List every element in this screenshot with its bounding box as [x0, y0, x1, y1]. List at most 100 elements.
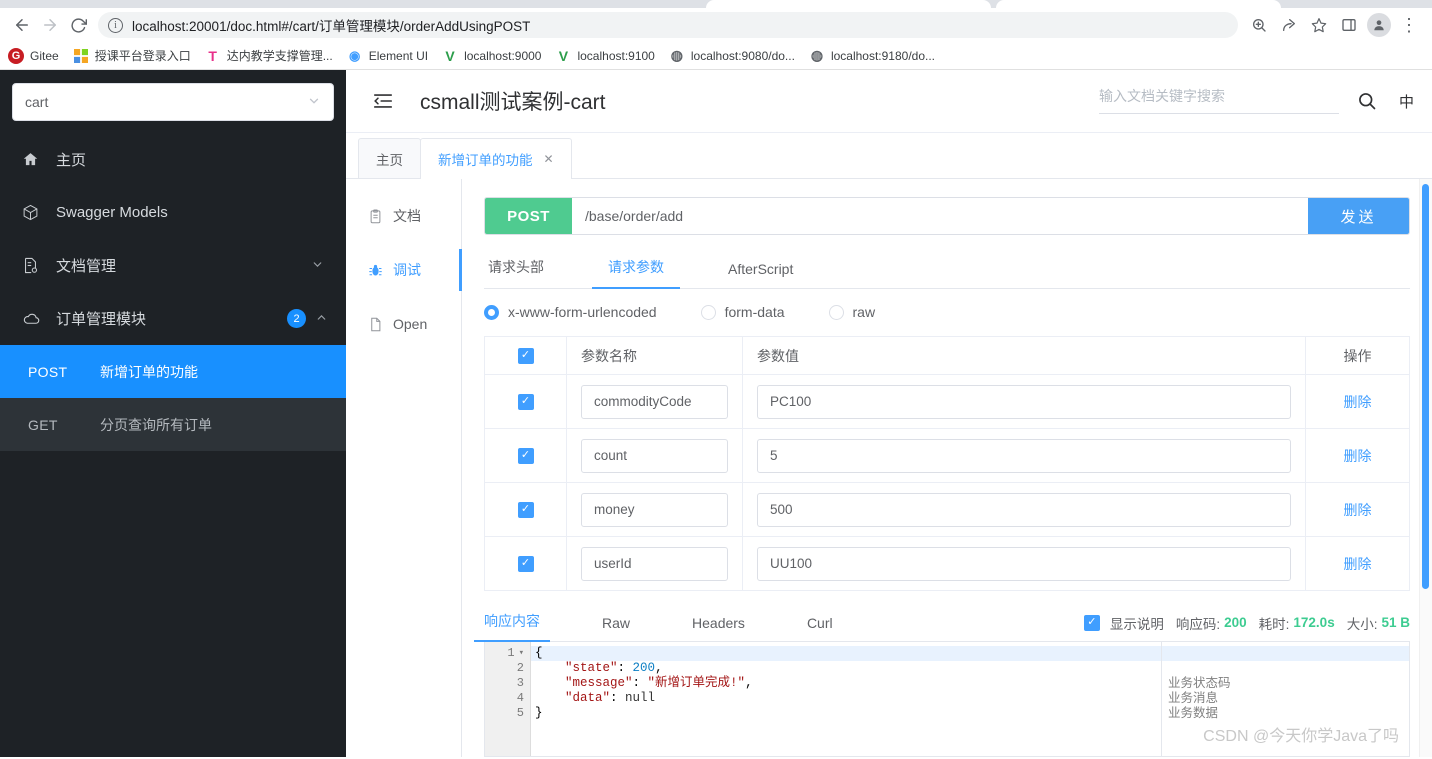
radio-dot-icon — [700, 304, 716, 320]
line-number[interactable]: 1 ▾ — [485, 646, 530, 661]
share-icon[interactable] — [1274, 11, 1304, 39]
file-icon — [368, 317, 383, 332]
bookmark-item[interactable]: T 达内教学支撑管理... — [205, 47, 332, 64]
param-name-input[interactable] — [581, 384, 728, 419]
param-name-input[interactable] — [581, 492, 728, 527]
browser-tab-inactive[interactable] — [706, 0, 991, 8]
browser-menu-icon[interactable]: ⋮ — [1394, 11, 1424, 39]
param-value-input[interactable] — [757, 546, 1291, 581]
forward-icon[interactable] — [36, 11, 64, 39]
tab-response-body[interactable]: 响应内容 — [474, 611, 550, 642]
radio-form-data[interactable]: form-data — [700, 304, 785, 320]
tab-response-curl[interactable]: Curl — [807, 615, 833, 641]
checkbox-checked-icon[interactable]: ✓ — [517, 447, 534, 464]
project-select[interactable]: cart — [12, 83, 334, 121]
language-toggle[interactable]: 中 — [1399, 91, 1414, 112]
fold-toggle-icon[interactable]: ▾ — [519, 646, 524, 661]
debug-content: POST 发送 请求头部 请求参数 AfterScript x-www-form… — [462, 179, 1432, 757]
radio-raw[interactable]: raw — [828, 304, 875, 320]
browser-tab-strip[interactable] — [0, 0, 1432, 8]
radio-x-www-form-urlencoded[interactable]: x-www-form-urlencoded — [484, 304, 657, 320]
select-all-cell[interactable]: ✓ — [485, 337, 567, 374]
search-icon[interactable] — [1357, 91, 1377, 111]
request-method-badge[interactable]: POST — [485, 198, 572, 234]
tab-after-script[interactable]: AfterScript — [724, 261, 797, 288]
content-scrollbar-track[interactable] — [1419, 179, 1432, 757]
address-bar[interactable]: i localhost:20001/doc.html#/cart/订单管理模块/… — [98, 12, 1238, 38]
checkbox-checked-icon[interactable]: ✓ — [1083, 614, 1100, 631]
star-icon[interactable] — [1304, 11, 1334, 39]
tab-request-headers[interactable]: 请求头部 — [484, 257, 548, 288]
row-checkbox-cell[interactable]: ✓ — [485, 429, 567, 482]
param-value-input[interactable] — [757, 492, 1291, 527]
param-value-input[interactable] — [757, 384, 1291, 419]
doc-search[interactable] — [1098, 88, 1339, 114]
sidebar-item-doc-manage[interactable]: 文档管理 — [0, 239, 346, 292]
bookmark-item[interactable]: ◍ localhost:9080/do... — [669, 47, 795, 64]
checkbox-checked-icon[interactable]: ✓ — [517, 555, 534, 572]
checkbox-checked-icon[interactable]: ✓ — [517, 501, 534, 518]
checkbox-checked-icon[interactable]: ✓ — [517, 393, 534, 410]
search-input[interactable] — [1098, 88, 1339, 104]
section-nav-item-doc[interactable]: 文档 — [346, 189, 461, 243]
sidebar-item-swagger-models[interactable]: Swagger Models — [0, 186, 346, 239]
globe-icon: ◍ — [810, 47, 824, 63]
code-gutter: 1 ▾ 2 3 4 5 — [485, 642, 531, 756]
delete-link[interactable]: 删除 — [1344, 392, 1372, 412]
section-nav: 文档 调试 Open — [346, 179, 462, 757]
response-code-viewer[interactable]: 1 ▾ 2 3 4 5 { "state": 200, "message": "… — [484, 642, 1410, 757]
browser-tab-active[interactable] — [996, 0, 1281, 8]
back-icon[interactable] — [8, 11, 36, 39]
browser-toolbar-icons: ⋮ — [1244, 11, 1424, 39]
elapsed-value: 172.0s — [1293, 615, 1335, 630]
sidebar-api-post-add-order[interactable]: POST 新增订单的功能 — [0, 345, 346, 398]
checkbox-checked-icon[interactable]: ✓ — [517, 347, 534, 364]
table-row: ✓ 删除 — [485, 483, 1409, 537]
param-value-cell — [743, 429, 1306, 482]
tab-request-params[interactable]: 请求参数 — [592, 257, 680, 289]
site-info-icon[interactable]: i — [108, 17, 123, 33]
bug-icon — [368, 263, 383, 278]
tab-home[interactable]: 主页 — [358, 138, 421, 178]
close-icon[interactable]: ✕ — [544, 152, 554, 166]
param-value-input[interactable] — [757, 438, 1291, 473]
delete-link[interactable]: 删除 — [1344, 446, 1372, 466]
collapse-menu-icon[interactable] — [368, 86, 398, 116]
chevron-up-icon[interactable] — [315, 311, 328, 327]
element-ui-icon: ◉ — [349, 47, 361, 63]
sidebar-item-order-module[interactable]: 订单管理模块 2 — [0, 292, 346, 345]
reload-icon[interactable] — [64, 11, 92, 39]
param-name-input[interactable] — [581, 438, 728, 473]
param-name-input[interactable] — [581, 546, 728, 581]
bookmark-label: localhost:9080/do... — [690, 48, 795, 63]
param-name-cell — [567, 537, 743, 590]
row-checkbox-cell[interactable]: ✓ — [485, 483, 567, 536]
avatar[interactable] — [1367, 13, 1391, 37]
sidebar-item-home[interactable]: 主页 — [0, 133, 346, 186]
row-checkbox-cell[interactable]: ✓ — [485, 375, 567, 428]
content-scrollbar-thumb[interactable] — [1422, 184, 1429, 589]
section-nav-item-debug[interactable]: 调试 — [346, 243, 462, 297]
bookmark-item[interactable]: G Gitee — [8, 47, 59, 64]
side-panel-icon[interactable] — [1334, 11, 1364, 39]
sidebar-api-get-list-orders[interactable]: GET 分页查询所有订单 — [0, 398, 346, 451]
bookmark-item[interactable]: V localhost:9100 — [555, 48, 655, 64]
zoom-icon[interactable] — [1244, 11, 1274, 39]
bookmark-item[interactable]: ◉ Element UI — [347, 48, 428, 64]
delete-link[interactable]: 删除 — [1344, 500, 1372, 520]
grid-icon — [73, 48, 89, 64]
row-checkbox-cell[interactable]: ✓ — [485, 537, 567, 590]
tab-response-headers[interactable]: Headers — [692, 615, 745, 641]
address-bar-url: localhost:20001/doc.html#/cart/订单管理模块/or… — [132, 19, 531, 34]
tab-response-raw[interactable]: Raw — [602, 615, 630, 641]
send-button[interactable]: 发送 — [1308, 198, 1409, 234]
line-number: 2 — [516, 661, 524, 675]
tab-add-order[interactable]: 新增订单的功能 ✕ — [420, 138, 572, 179]
delete-link[interactable]: 删除 — [1344, 554, 1372, 574]
bookmark-item[interactable]: ◍ localhost:9180/do... — [809, 47, 935, 64]
bookmark-item[interactable]: 授课平台登录入口 — [73, 47, 191, 64]
project-select-value: cart — [25, 94, 49, 110]
section-nav-item-open[interactable]: Open — [346, 297, 461, 351]
request-url-input[interactable] — [572, 198, 1308, 234]
bookmark-item[interactable]: V localhost:9000 — [442, 48, 541, 64]
